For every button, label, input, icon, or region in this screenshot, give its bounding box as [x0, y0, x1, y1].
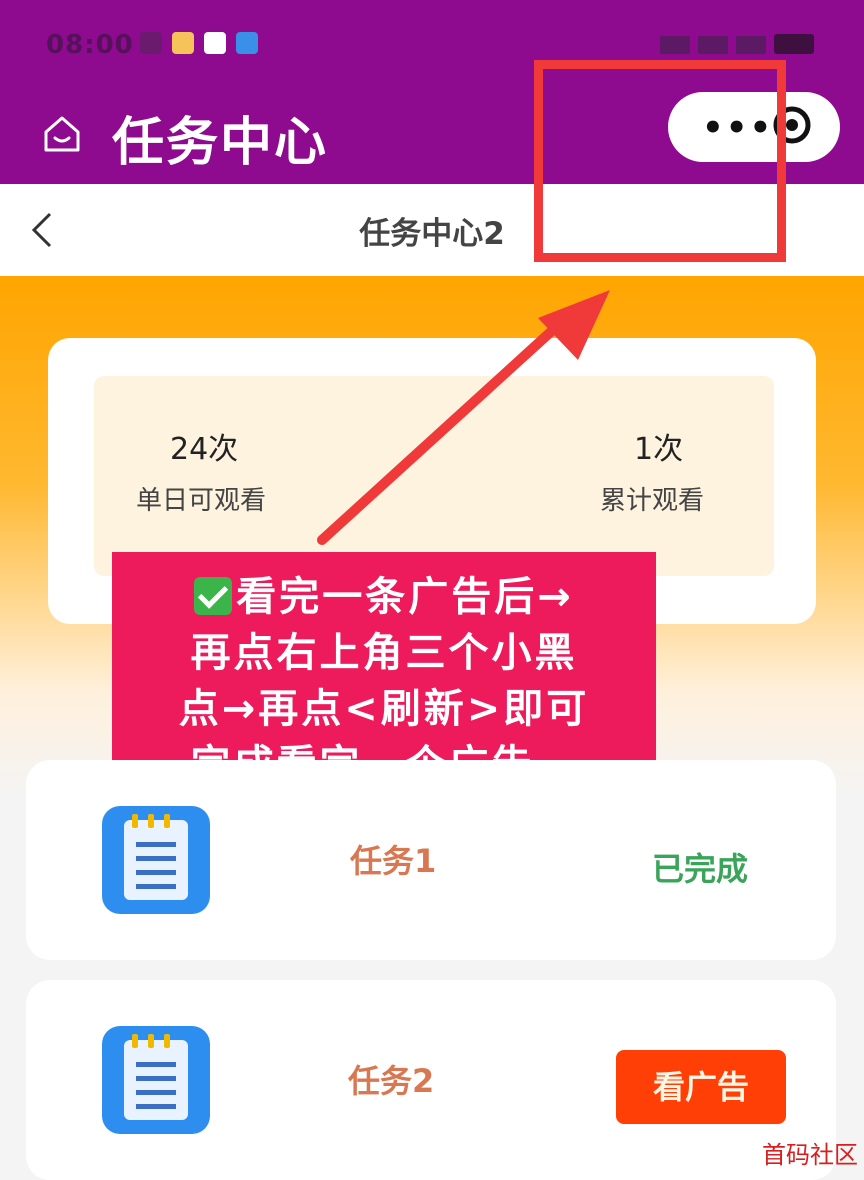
task-card-1: 任务1 已完成: [26, 760, 836, 960]
check-mark-icon: [194, 577, 233, 615]
task-name: 任务1: [350, 842, 437, 880]
notepad-checklist-icon: [102, 1026, 210, 1134]
instruction-line-2: 再点右上角三个小黑: [190, 630, 578, 676]
task-name: 任务2: [348, 1062, 435, 1100]
task-status-completed: 已完成: [652, 850, 749, 888]
task-card-2: 任务2 看广告: [26, 980, 836, 1180]
instruction-banner: 看完一条广告后→ 再点右上角三个小黑 点→再点<刷新>即可 完成看完一个广告。: [112, 552, 656, 788]
watermark: 首码社区: [762, 1141, 858, 1169]
instruction-line-1: 看完一条广告后→: [112, 564, 656, 622]
instruction-line-3: 点→再点<刷新>即可: [178, 686, 590, 732]
watch-ad-button[interactable]: 看广告: [616, 1050, 786, 1124]
notepad-checklist-icon: [102, 806, 210, 914]
